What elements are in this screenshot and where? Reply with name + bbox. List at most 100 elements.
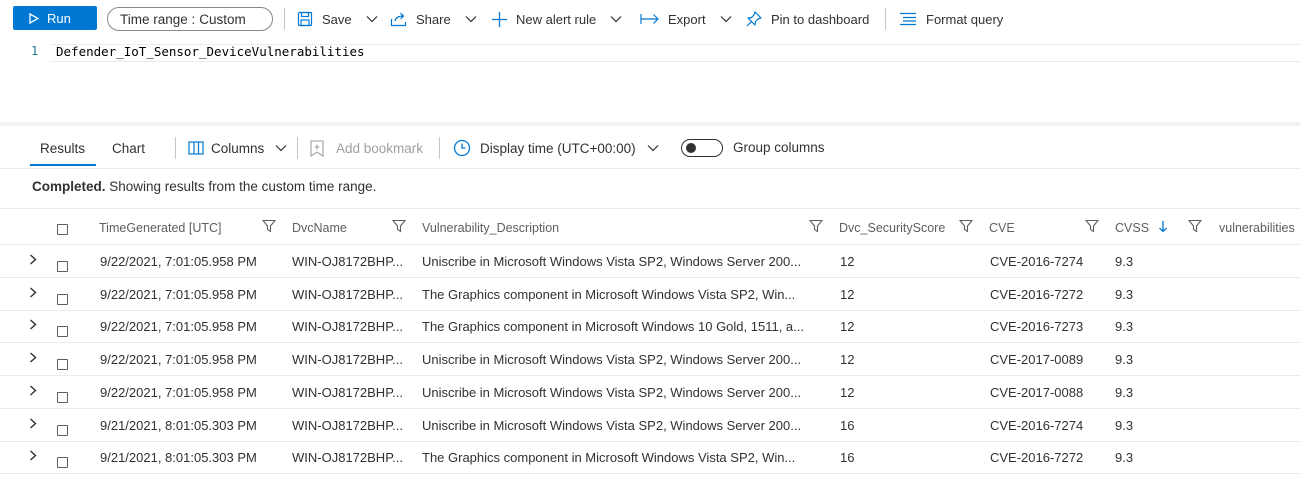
- tab-chart[interactable]: Chart: [112, 128, 145, 168]
- row-checkbox[interactable]: [57, 359, 68, 370]
- table-row[interactable]: 9/22/2021, 7:01:05.958 PM WIN-OJ8172BHP..…: [0, 310, 1300, 343]
- group-columns-toggle[interactable]: Group columns: [681, 128, 825, 168]
- row-checkbox[interactable]: [57, 425, 68, 436]
- cell-security-score: 12: [840, 351, 855, 367]
- cell-vulnerability-description: Uniscribe in Microsoft Windows Vista SP2…: [422, 253, 802, 269]
- column-header-timegenerated[interactable]: TimeGenerated [UTC]: [99, 209, 222, 246]
- query-editor[interactable]: 1 Defender_IoT_Sensor_DeviceVulnerabilit…: [0, 38, 1300, 124]
- cell-timegenerated: 9/22/2021, 7:01:05.958 PM: [100, 351, 257, 367]
- chevron-down-icon: [275, 145, 287, 152]
- time-range-picker[interactable]: Time range : Custom: [107, 7, 273, 31]
- column-header-vulnerabilities[interactable]: vulnerabilities: [1219, 209, 1300, 246]
- row-checkbox[interactable]: [57, 294, 68, 305]
- filter-icon[interactable]: [1188, 219, 1202, 233]
- cell-cvss: 9.3: [1115, 318, 1134, 334]
- row-checkbox[interactable]: [57, 392, 68, 403]
- run-button[interactable]: Run: [13, 6, 97, 30]
- table-row[interactable]: 9/22/2021, 7:01:05.958 PM WIN-OJ8172BHP..…: [0, 245, 1300, 278]
- column-header-label: TimeGenerated [UTC]: [99, 220, 222, 235]
- expand-row-icon[interactable]: [29, 416, 37, 432]
- cell-cvss: 9.3: [1115, 449, 1134, 465]
- query-text[interactable]: Defender_IoT_Sensor_DeviceVulnerabilitie…: [56, 44, 365, 59]
- share-button[interactable]: Share: [390, 0, 477, 38]
- filter-icon[interactable]: [959, 219, 973, 233]
- columns-button[interactable]: Columns: [188, 128, 287, 168]
- export-button[interactable]: Export: [640, 0, 732, 38]
- cell-dvcname: WIN-OJ8172BHP...: [292, 253, 404, 269]
- expand-row-icon[interactable]: [29, 252, 37, 268]
- new-alert-rule-button[interactable]: New alert rule: [491, 0, 622, 38]
- toolbar-divider: [885, 8, 886, 30]
- cell-vulnerability-description: Uniscribe in Microsoft Windows Vista SP2…: [422, 384, 802, 400]
- column-header-cve[interactable]: CVE: [989, 209, 1015, 246]
- cell-cvss: 9.3: [1115, 384, 1134, 400]
- share-icon: [390, 12, 407, 27]
- add-bookmark-label: Add bookmark: [336, 140, 424, 156]
- display-time-dropdown[interactable]: Display time (UTC+00:00): [453, 128, 659, 168]
- column-header-dvcname[interactable]: DvcName: [292, 209, 347, 246]
- expand-row-icon[interactable]: [29, 317, 37, 333]
- cell-security-score: 12: [840, 286, 855, 302]
- bookmark-icon: [310, 139, 324, 157]
- table-row[interactable]: 9/21/2021, 8:01:05.303 PM WIN-OJ8172BHP..…: [0, 441, 1300, 474]
- filter-icon[interactable]: [809, 219, 823, 233]
- export-icon: [640, 14, 659, 24]
- column-header-security-score[interactable]: Dvc_SecurityScore: [839, 209, 945, 246]
- save-button[interactable]: Save: [297, 0, 378, 38]
- results-toolbar: Results Chart Columns Add bookmark Displ…: [0, 128, 1300, 169]
- cell-dvcname: WIN-OJ8172BHP...: [292, 449, 404, 465]
- row-checkbox[interactable]: [57, 261, 68, 272]
- cell-cvss: 9.3: [1115, 351, 1134, 367]
- expand-row-icon[interactable]: [29, 448, 37, 464]
- cell-cve: CVE-2016-7272: [990, 449, 1084, 465]
- run-label: Run: [47, 10, 71, 26]
- table-row[interactable]: 9/22/2021, 7:01:05.958 PM WIN-OJ8172BHP..…: [0, 376, 1300, 409]
- pin-to-dashboard-button[interactable]: Pin to dashboard: [745, 0, 869, 38]
- columns-label: Columns: [211, 140, 265, 156]
- table-row[interactable]: 9/22/2021, 7:01:05.958 PM WIN-OJ8172BHP..…: [0, 278, 1300, 311]
- table-row[interactable]: 9/21/2021, 8:01:05.303 PM WIN-OJ8172BHP..…: [0, 409, 1300, 442]
- add-bookmark-button[interactable]: Add bookmark: [309, 128, 423, 168]
- table-row[interactable]: 9/22/2021, 7:01:05.958 PM WIN-OJ8172BHP..…: [0, 343, 1300, 376]
- cell-security-score: 16: [840, 417, 855, 433]
- query-status: Completed. Showing results from the cust…: [32, 179, 376, 194]
- column-header-label: CVSS: [1115, 220, 1150, 235]
- filter-icon[interactable]: [392, 219, 406, 233]
- column-header-label: Dvc_SecurityScore: [839, 220, 946, 235]
- format-query-button[interactable]: Format query: [899, 0, 1003, 38]
- play-icon: [29, 12, 39, 24]
- format-query-icon: [900, 12, 916, 26]
- column-header-label: DvcName: [292, 220, 347, 235]
- new-alert-rule-label: New alert rule: [516, 11, 597, 27]
- toolbar-divider: [439, 137, 440, 159]
- cell-vulnerability-description: The Graphics component in Microsoft Wind…: [422, 449, 796, 465]
- tab-chart-label: Chart: [112, 140, 146, 156]
- toggle-switch[interactable]: [681, 139, 723, 157]
- columns-icon: [188, 141, 204, 155]
- cell-cve: CVE-2016-7273: [990, 318, 1084, 334]
- select-all-checkbox[interactable]: [57, 224, 68, 235]
- cell-dvcname: WIN-OJ8172BHP...: [292, 351, 404, 367]
- filter-icon[interactable]: [262, 219, 276, 233]
- cell-timegenerated: 9/21/2021, 8:01:05.303 PM: [100, 449, 257, 465]
- filter-icon[interactable]: [1085, 219, 1099, 233]
- cell-vulnerability-description: The Graphics component in Microsoft Wind…: [422, 286, 796, 302]
- sort-descending-icon[interactable]: [1158, 220, 1168, 233]
- cell-cve: CVE-2017-0088: [990, 384, 1084, 400]
- expand-row-icon[interactable]: [29, 350, 37, 366]
- chevron-down-icon: [610, 16, 622, 23]
- pane-splitter[interactable]: [0, 122, 1300, 126]
- cell-vulnerability-description: Uniscribe in Microsoft Windows Vista SP2…: [422, 417, 802, 433]
- column-header-cvss[interactable]: CVSS: [1115, 209, 1149, 246]
- row-checkbox[interactable]: [57, 326, 68, 337]
- share-label: Share: [416, 11, 451, 27]
- cell-cve: CVE-2016-7272: [990, 286, 1084, 302]
- expand-row-icon[interactable]: [29, 285, 37, 301]
- row-checkbox[interactable]: [57, 457, 68, 468]
- cell-dvcname: WIN-OJ8172BHP...: [292, 318, 404, 334]
- expand-row-icon[interactable]: [29, 383, 37, 399]
- tab-results[interactable]: Results: [40, 128, 85, 168]
- clock-icon: [453, 139, 471, 157]
- chevron-down-icon: [366, 16, 378, 23]
- column-header-vulnerability-description[interactable]: Vulnerability_Description: [422, 209, 559, 246]
